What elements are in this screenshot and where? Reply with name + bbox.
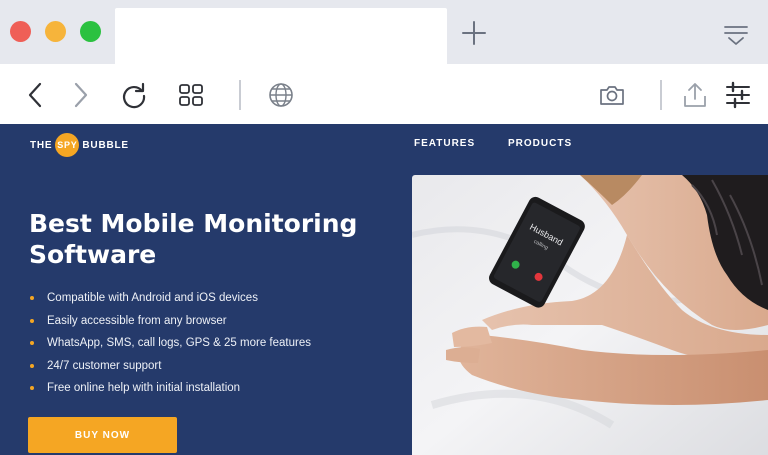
nav-features-link[interactable]: FEATURES [414, 138, 475, 149]
active-tab[interactable] [115, 8, 447, 64]
share-icon[interactable] [681, 81, 709, 109]
toolbar-separator [239, 80, 241, 110]
feature-item: WhatsApp, SMS, call logs, GPS & 25 more … [29, 335, 311, 358]
feature-item: Free online help with initial installati… [29, 380, 311, 403]
tab-bar [0, 0, 768, 64]
sliders-icon[interactable] [724, 81, 752, 109]
buy-now-button[interactable]: BUY NOW [28, 417, 177, 453]
feature-item: Compatible with Android and iOS devices [29, 290, 311, 313]
hero-title: Best Mobile Monitoring Software [29, 208, 399, 270]
feature-item: Easily accessible from any browser [29, 313, 311, 336]
site-logo[interactable]: THE SPY BUBBLE [30, 133, 129, 157]
feature-item: 24/7 customer support [29, 358, 311, 381]
hero-image: Husband calling [412, 175, 768, 455]
hero-title-line-1: Best Mobile Monitoring [29, 209, 358, 238]
zoom-window-icon[interactable] [80, 21, 101, 42]
grid-icon[interactable] [177, 81, 205, 109]
logo-prefix: THE [30, 139, 53, 151]
feature-list: Compatible with Android and iOS devices … [29, 290, 311, 403]
logo-highlight: SPY [55, 133, 80, 157]
web-page: THE SPY BUBBLE FEATURES PRODUCTS Best Mo… [0, 124, 768, 455]
reload-icon[interactable] [120, 81, 148, 109]
globe-icon[interactable] [267, 81, 295, 109]
camera-icon[interactable] [598, 81, 626, 109]
tab-overview-icon[interactable] [722, 22, 750, 48]
chevron-right-icon[interactable] [66, 81, 94, 109]
chevron-left-icon[interactable] [22, 81, 50, 109]
plus-icon[interactable] [461, 20, 487, 46]
minimize-window-icon[interactable] [45, 21, 66, 42]
hero-title-line-2: Software [29, 240, 157, 269]
close-window-icon[interactable] [10, 21, 31, 42]
nav-products-link[interactable]: PRODUCTS [508, 138, 572, 149]
logo-suffix: BUBBLE [82, 139, 129, 151]
browser-toolbar [0, 64, 768, 124]
toolbar-separator-right [660, 80, 662, 110]
